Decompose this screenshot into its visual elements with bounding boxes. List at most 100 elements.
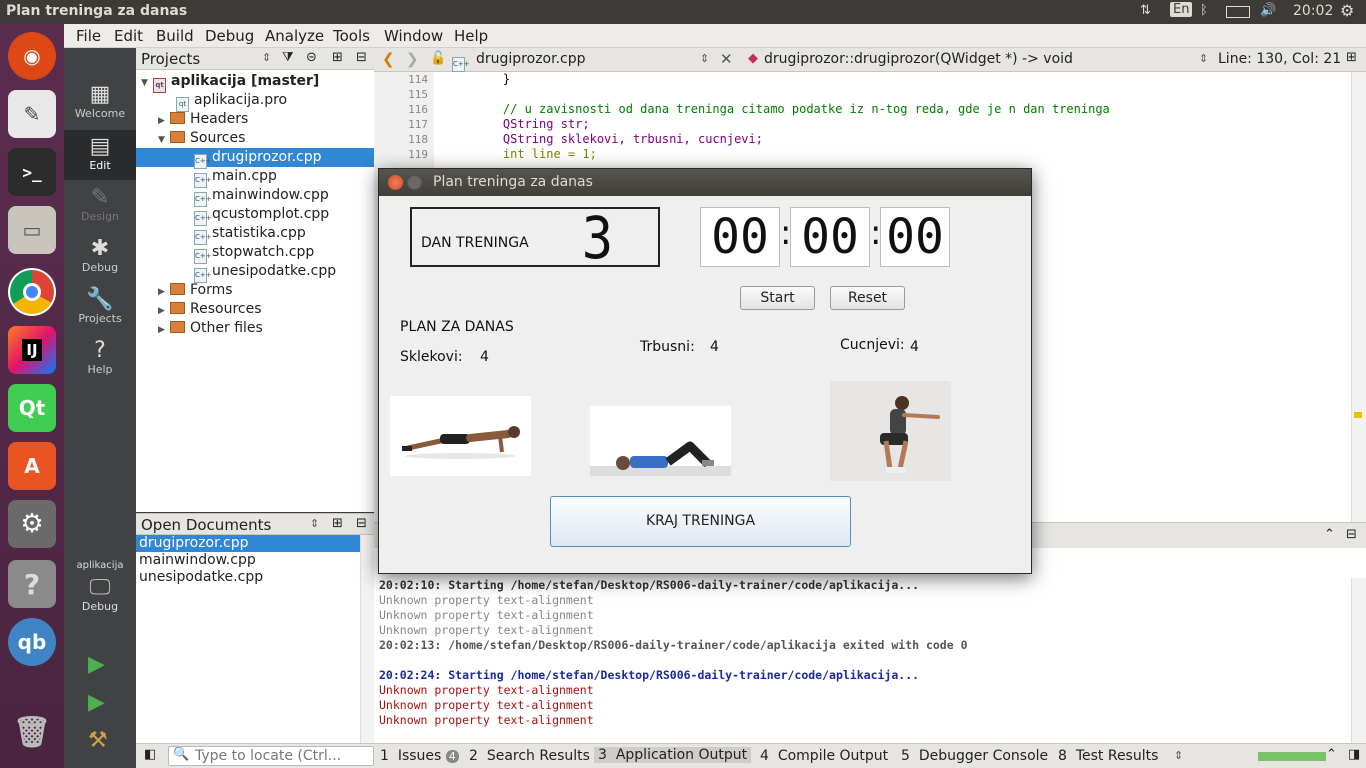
- kit-selector[interactable]: aplikacija 🖵 Debug: [64, 560, 136, 613]
- debug-run-icon[interactable]: ▶: [88, 690, 105, 715]
- maximize-pane-icon[interactable]: ⌃: [1324, 527, 1335, 542]
- mode-debug[interactable]: ✱ Debug: [64, 232, 136, 282]
- qbittorrent-icon[interactable]: qb: [8, 618, 56, 666]
- open-doc-item[interactable]: mainwindow.cpp: [136, 552, 360, 569]
- selector-arrows-icon[interactable]: ⇕: [262, 51, 271, 64]
- symbol-selector[interactable]: drugiprozor::drugiprozor(QWidget *) -> v…: [764, 51, 1073, 67]
- application-output[interactable]: 20:02:10: Starting /home/stefan/Desktop/…: [374, 548, 1366, 743]
- close-pane-icon[interactable]: ⊟: [356, 516, 367, 531]
- filter-icon[interactable]: ⧩: [282, 50, 294, 65]
- minimize-icon[interactable]: [407, 175, 422, 190]
- locator-input[interactable]: 🔍 Type to locate (Ctrl...: [168, 746, 374, 766]
- toggle-sidebar-icon[interactable]: ◧: [144, 747, 156, 762]
- selector-arrows-icon[interactable]: ⇕: [1199, 52, 1208, 65]
- menu-file[interactable]: File: [76, 27, 101, 45]
- tree-item-pro[interactable]: qt aplikacija.pro: [136, 91, 374, 112]
- trash-icon[interactable]: 🗑: [8, 708, 56, 756]
- menu-help[interactable]: Help: [454, 27, 488, 45]
- text-editor-icon[interactable]: ✎: [8, 90, 56, 138]
- gear-icon[interactable]: ⚙: [1340, 1, 1354, 20]
- link-icon[interactable]: ⊝: [306, 50, 317, 65]
- clock[interactable]: 20:02: [1293, 3, 1333, 19]
- tree-item-forms[interactable]: ▶ Forms: [136, 281, 374, 300]
- keyboard-layout-indicator[interactable]: En: [1170, 2, 1193, 17]
- editor-scrollbar[interactable]: [1351, 72, 1366, 522]
- tab-test-results[interactable]: 8 Test Results: [1058, 748, 1158, 764]
- tree-item-main[interactable]: C++main.cpp: [136, 167, 374, 188]
- network-icon[interactable]: ⇅: [1140, 3, 1151, 18]
- tree-item-unesipodatke[interactable]: C++unesipodatke.cpp: [136, 262, 374, 283]
- close-pane-icon[interactable]: ⊟: [356, 50, 367, 65]
- mode-help[interactable]: ? Help: [64, 334, 136, 384]
- tab-compile-output[interactable]: 4 Compile Output: [760, 748, 888, 764]
- run-icon[interactable]: ▶: [88, 652, 105, 677]
- split-icon[interactable]: ⊞: [332, 516, 343, 531]
- folder-icon: [170, 321, 185, 333]
- close-document-icon[interactable]: ✕: [720, 50, 733, 68]
- output-scrollbar[interactable]: [1351, 578, 1366, 743]
- tree-item-drugiprozor[interactable]: C++drugiprozor.cpp: [136, 148, 374, 169]
- battery-icon[interactable]: [1226, 6, 1250, 18]
- dialog-titlebar[interactable]: Plan treninga za danas: [379, 169, 1031, 196]
- tab-application-output[interactable]: 3 Application Output: [594, 747, 752, 763]
- bluetooth-icon[interactable]: ᛒ: [1200, 3, 1208, 18]
- back-icon[interactable]: ❮: [382, 50, 395, 68]
- status-bar: ◧ 🔍 Type to locate (Ctrl... 1 Issues 4 2…: [136, 743, 1366, 768]
- menu-tools[interactable]: Tools: [333, 27, 370, 45]
- tree-item-sources[interactable]: ▼ Sources: [136, 129, 374, 148]
- system-settings-icon[interactable]: ⚙: [8, 500, 56, 548]
- ubuntu-logo-icon[interactable]: ◉: [8, 32, 56, 80]
- tree-item-statistika[interactable]: C++statistika.cpp: [136, 224, 374, 245]
- tree-item-stopwatch[interactable]: C++stopwatch.cpp: [136, 243, 374, 264]
- mode-projects[interactable]: 🔧 Projects: [64, 283, 136, 333]
- more-tabs-icon[interactable]: ⇕: [1174, 749, 1183, 762]
- start-button[interactable]: Start: [740, 286, 815, 310]
- open-documents-selector[interactable]: Open Documents: [141, 516, 271, 534]
- kit-build-mode: Debug: [81, 600, 119, 613]
- terminal-icon[interactable]: >_: [8, 148, 56, 196]
- mode-design[interactable]: ✎ Design: [64, 181, 136, 231]
- menu-build[interactable]: Build: [156, 27, 194, 45]
- reset-button[interactable]: Reset: [830, 286, 905, 310]
- menu-window[interactable]: Window: [384, 27, 443, 45]
- tree-item-other-files[interactable]: ▶ Other files: [136, 319, 374, 338]
- selector-arrows-icon[interactable]: ⇕: [310, 517, 319, 530]
- split-icon[interactable]: ⊞: [1346, 50, 1357, 65]
- menu-edit[interactable]: Edit: [114, 27, 143, 45]
- tree-item-mainwindow[interactable]: C++mainwindow.cpp: [136, 186, 374, 207]
- selector-arrows-icon[interactable]: ⇕: [700, 52, 709, 65]
- projects-view-selector[interactable]: Projects: [141, 50, 200, 68]
- build-hammer-icon[interactable]: ⚒: [88, 728, 108, 753]
- volume-icon[interactable]: 🔊: [1260, 3, 1276, 18]
- unknown-app-icon[interactable]: ?: [8, 560, 56, 608]
- tab-debugger-console[interactable]: 5 Debugger Console: [901, 748, 1048, 764]
- cursor-position[interactable]: Line: 130, Col: 21: [1218, 51, 1341, 67]
- files-icon[interactable]: ▭: [8, 206, 56, 254]
- current-file-selector[interactable]: drugiprozor.cpp: [476, 51, 586, 67]
- open-doc-item[interactable]: drugiprozor.cpp: [136, 535, 360, 552]
- tree-item-qcustomplot[interactable]: C++qcustomplot.cpp: [136, 205, 374, 226]
- progress-toggle-icon[interactable]: ⌃: [1326, 747, 1337, 762]
- tab-issues[interactable]: 1 Issues 4: [380, 748, 459, 764]
- output-line: Unknown property text-alignment: [379, 698, 594, 712]
- software-center-icon[interactable]: A: [8, 442, 56, 490]
- tree-item-headers[interactable]: ▶ Headers: [136, 110, 374, 129]
- menu-analyze[interactable]: Analyze: [265, 27, 324, 45]
- toggle-output-icon[interactable]: ◨: [1348, 747, 1360, 762]
- tree-item-resources[interactable]: ▶ Resources: [136, 300, 374, 319]
- tree-root[interactable]: ▼ qt aplikacija [master]: [136, 72, 374, 93]
- forward-icon[interactable]: ❯: [406, 50, 419, 68]
- scrollbar[interactable]: [360, 535, 374, 743]
- qt-creator-icon[interactable]: Qt: [8, 384, 56, 432]
- menu-debug[interactable]: Debug: [205, 27, 254, 45]
- end-training-button[interactable]: KRAJ TRENINGA: [550, 496, 851, 547]
- close-pane-icon[interactable]: ⊟: [1346, 527, 1357, 542]
- mode-welcome[interactable]: ▦ Welcome: [64, 78, 136, 128]
- close-icon[interactable]: [388, 175, 403, 190]
- tab-search-results[interactable]: 2 Search Results: [469, 748, 590, 764]
- mode-edit[interactable]: ▤ Edit: [64, 130, 136, 180]
- intellij-icon[interactable]: IJ: [8, 326, 56, 374]
- chrome-icon[interactable]: [8, 268, 56, 316]
- split-icon[interactable]: ⊞: [332, 50, 343, 65]
- open-doc-item[interactable]: unesipodatke.cpp: [136, 569, 360, 586]
